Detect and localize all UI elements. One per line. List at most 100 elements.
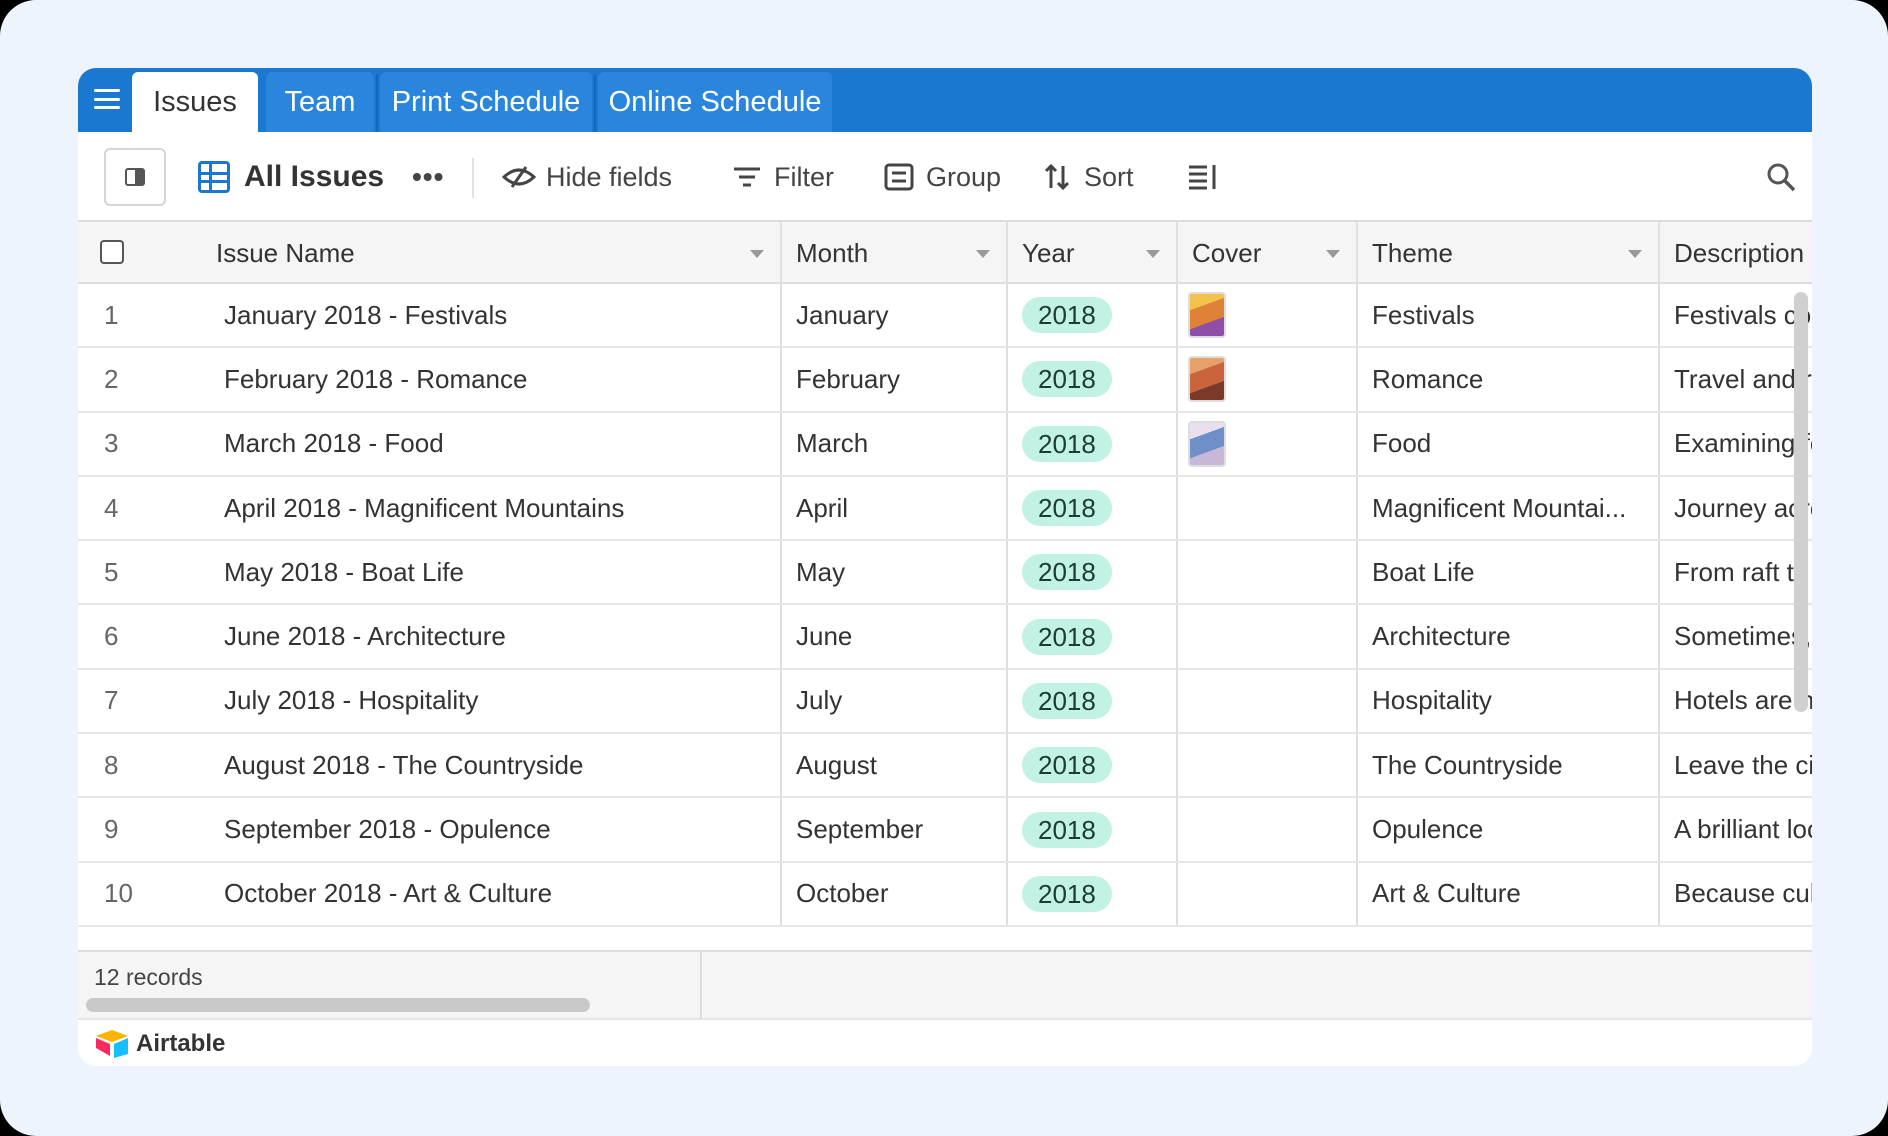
cell-cover[interactable]: [1178, 284, 1358, 346]
cell-month[interactable]: April: [782, 477, 1008, 539]
table-row[interactable]: 9 September 2018 - Opulence September 20…: [78, 798, 1812, 863]
table-row[interactable]: 10 October 2018 - Art & Culture October …: [78, 862, 1812, 927]
cell-issue-name[interactable]: June 2018 - Architecture: [202, 605, 782, 667]
vertical-scrollbar[interactable]: [1794, 292, 1808, 712]
cell-description[interactable]: Hotels are not the: [1660, 670, 1812, 732]
group-button[interactable]: Group: [882, 132, 1001, 222]
tab-print-schedule[interactable]: Print Schedule: [380, 72, 592, 132]
column-header-description[interactable]: Description: [1660, 222, 1812, 284]
cover-thumbnail[interactable]: [1188, 420, 1226, 467]
sidebar-toggle-button[interactable]: [104, 148, 166, 206]
cell-issue-name[interactable]: April 2018 - Magnificent Mountains: [202, 477, 782, 539]
cell-theme[interactable]: Art & Culture: [1358, 863, 1660, 925]
cell-month[interactable]: March: [782, 413, 1008, 475]
cell-description[interactable]: Travel and romanc: [1660, 348, 1812, 410]
cell-description[interactable]: Festivals come in: [1660, 284, 1812, 346]
cell-issue-name[interactable]: August 2018 - The Countryside: [202, 734, 782, 796]
horizontal-scrollbar[interactable]: [86, 998, 590, 1012]
cell-issue-name[interactable]: May 2018 - Boat Life: [202, 541, 782, 603]
cell-month[interactable]: July: [782, 670, 1008, 732]
cell-cover[interactable]: [1178, 670, 1358, 732]
cell-year[interactable]: 2018: [1008, 863, 1178, 925]
cell-year[interactable]: 2018: [1008, 798, 1178, 860]
chevron-down-icon[interactable]: [750, 250, 764, 258]
cell-issue-name[interactable]: March 2018 - Food: [202, 413, 782, 475]
view-more-button[interactable]: •••: [412, 132, 444, 222]
cell-issue-name[interactable]: October 2018 - Art & Culture: [202, 863, 782, 925]
cell-month[interactable]: May: [782, 541, 1008, 603]
cell-cover[interactable]: [1178, 541, 1358, 603]
cell-description[interactable]: A brilliant look at l: [1660, 798, 1812, 860]
cell-month[interactable]: February: [782, 348, 1008, 410]
chevron-down-icon[interactable]: [1628, 250, 1642, 258]
cell-theme[interactable]: Opulence: [1358, 798, 1660, 860]
table-row[interactable]: 6 June 2018 - Architecture June 2018 Arc…: [78, 605, 1812, 670]
cell-year[interactable]: 2018: [1008, 541, 1178, 603]
cell-theme[interactable]: Food: [1358, 413, 1660, 475]
table-row[interactable]: 2 February 2018 - Romance February 2018 …: [78, 348, 1812, 413]
cell-cover[interactable]: [1178, 477, 1358, 539]
cell-month[interactable]: August: [782, 734, 1008, 796]
cell-year[interactable]: 2018: [1008, 413, 1178, 475]
cell-year[interactable]: 2018: [1008, 734, 1178, 796]
cell-issue-name[interactable]: February 2018 - Romance: [202, 348, 782, 410]
table-row[interactable]: 7 July 2018 - Hospitality July 2018 Hosp…: [78, 669, 1812, 735]
cell-description[interactable]: Because culture m: [1660, 863, 1812, 925]
column-header-cover[interactable]: Cover: [1178, 222, 1358, 284]
cell-year[interactable]: 2018: [1008, 284, 1178, 346]
column-header-theme[interactable]: Theme: [1358, 222, 1660, 284]
chevron-down-icon[interactable]: [1326, 250, 1340, 258]
column-header-month[interactable]: Month: [782, 222, 1008, 284]
column-header-issue-name[interactable]: Issue Name: [202, 222, 782, 284]
cell-theme[interactable]: Festivals: [1358, 284, 1660, 346]
cell-year[interactable]: 2018: [1008, 348, 1178, 410]
table-row[interactable]: 3 March 2018 - Food March 2018 Food Exam…: [78, 412, 1812, 477]
search-button[interactable]: [1764, 132, 1808, 222]
chevron-down-icon[interactable]: [1146, 250, 1160, 258]
cell-description[interactable]: Examining food in: [1660, 413, 1812, 475]
cover-thumbnail[interactable]: [1188, 292, 1226, 339]
select-all-checkbox[interactable]: [100, 240, 124, 264]
cell-cover[interactable]: [1178, 863, 1358, 925]
cell-theme[interactable]: Hospitality: [1358, 670, 1660, 732]
view-switcher[interactable]: All Issues: [198, 132, 384, 222]
cell-description[interactable]: Sometimes, archit: [1660, 605, 1812, 667]
cell-description[interactable]: Journey across m: [1660, 477, 1812, 539]
cell-theme[interactable]: The Countryside: [1358, 734, 1660, 796]
filter-button[interactable]: Filter: [730, 132, 834, 222]
cell-theme[interactable]: Architecture: [1358, 605, 1660, 667]
cell-month[interactable]: June: [782, 605, 1008, 667]
table-row[interactable]: 8 August 2018 - The Countryside August 2…: [78, 734, 1812, 799]
cell-description[interactable]: Leave the city life: [1660, 734, 1812, 796]
cell-cover[interactable]: [1178, 798, 1358, 860]
cover-thumbnail[interactable]: [1188, 356, 1226, 403]
airtable-branding[interactable]: Airtable: [78, 1018, 1812, 1066]
table-row[interactable]: 1 January 2018 - Festivals January 2018 …: [78, 284, 1812, 349]
chevron-down-icon[interactable]: [976, 250, 990, 258]
cell-cover[interactable]: [1178, 413, 1358, 475]
table-row[interactable]: 5 May 2018 - Boat Life May 2018 Boat Lif…: [78, 541, 1812, 606]
cell-issue-name[interactable]: July 2018 - Hospitality: [202, 670, 782, 732]
row-height-button[interactable]: [1186, 132, 1230, 222]
cell-month[interactable]: January: [782, 284, 1008, 346]
cell-theme[interactable]: Magnificent Mountai...: [1358, 477, 1660, 539]
cell-year[interactable]: 2018: [1008, 477, 1178, 539]
tab-team[interactable]: Team: [266, 72, 374, 132]
cell-cover[interactable]: [1178, 348, 1358, 410]
cell-month[interactable]: October: [782, 863, 1008, 925]
column-header-year[interactable]: Year: [1008, 222, 1178, 284]
cell-issue-name[interactable]: September 2018 - Opulence: [202, 798, 782, 860]
cell-theme[interactable]: Boat Life: [1358, 541, 1660, 603]
tab-online-schedule[interactable]: Online Schedule: [598, 72, 832, 132]
hide-fields-button[interactable]: Hide fields: [502, 132, 672, 222]
cell-year[interactable]: 2018: [1008, 605, 1178, 667]
tab-issues[interactable]: Issues: [132, 72, 258, 132]
cell-cover[interactable]: [1178, 605, 1358, 667]
cell-theme[interactable]: Romance: [1358, 348, 1660, 410]
cell-issue-name[interactable]: January 2018 - Festivals: [202, 284, 782, 346]
cell-month[interactable]: September: [782, 798, 1008, 860]
cell-year[interactable]: 2018: [1008, 670, 1178, 732]
menu-icon[interactable]: [92, 86, 122, 112]
cell-cover[interactable]: [1178, 734, 1358, 796]
sort-button[interactable]: Sort: [1040, 132, 1134, 222]
